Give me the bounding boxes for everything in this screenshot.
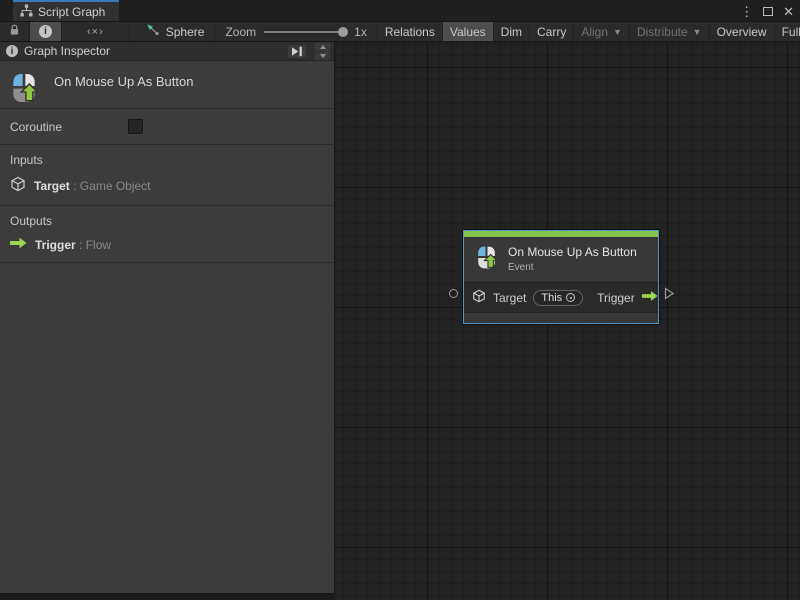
chevron-down-icon: ▼: [692, 26, 702, 37]
zoom-label: Zoom: [225, 24, 257, 39]
unit-title: On Mouse Up As Button: [54, 74, 194, 89]
toolbar-buttons: Relations Values Dim Carry Align ▼ Distri…: [376, 22, 800, 41]
graph-inspector-panel: i Graph Inspector On Mouse Up As Button …: [0, 42, 335, 600]
coroutine-row: Coroutine: [0, 109, 334, 145]
dim-button[interactable]: Dim: [494, 22, 530, 41]
flow-arrow-icon: [641, 290, 658, 305]
code-icon: ‹×›: [87, 25, 104, 38]
lock-icon: [9, 24, 20, 39]
maximize-icon[interactable]: [763, 6, 774, 16]
graph-toolbar: i ‹×› Sphere Zoom 1x Relations Values Di…: [0, 22, 800, 42]
inspector-toggle-button[interactable]: i: [30, 22, 62, 41]
script-graph-window: Script Graph ⋮ ✕ i ‹×› Sphere Zoom 1x Re…: [0, 0, 800, 600]
target-input-port[interactable]: [449, 289, 458, 298]
panel-title: Graph Inspector: [24, 44, 111, 58]
coroutine-checkbox[interactable]: [128, 119, 143, 134]
window-controls: ⋮ ✕: [740, 0, 794, 22]
target-object-field[interactable]: This: [533, 289, 584, 306]
triangle-down-icon: [319, 53, 326, 58]
distribute-dropdown[interactable]: Distribute ▼: [630, 22, 710, 41]
overview-button[interactable]: Overview: [710, 22, 775, 41]
input-name: Target: [34, 178, 70, 193]
zoom-slider-thumb[interactable]: [338, 26, 349, 37]
input-row-target: Target : Game Object: [10, 176, 324, 195]
triangle-up-icon: [319, 44, 326, 49]
breadcrumb-sphere[interactable]: Sphere: [130, 22, 216, 41]
tab-label: Script Graph: [38, 4, 106, 19]
input-type: : Game Object: [73, 178, 151, 193]
output-type: : Flow: [79, 237, 112, 252]
tab-script-graph[interactable]: Script Graph: [13, 0, 120, 21]
trigger-output-port[interactable]: [664, 287, 675, 303]
graph-canvas[interactable]: On Mouse Up As Button Event Target This …: [335, 42, 800, 600]
node-header[interactable]: On Mouse Up As Button Event: [464, 237, 658, 282]
outputs-section: Outputs Trigger : Flow: [0, 206, 334, 263]
output-row-trigger: Trigger : Flow: [10, 237, 324, 252]
on-mouse-up-as-button-icon: [474, 244, 499, 274]
breadcrumb-label: Sphere: [165, 24, 205, 39]
chevron-down-icon: ▼: [613, 26, 622, 37]
tab-bar: Script Graph ⋮ ✕: [0, 0, 800, 22]
game-object-cube-icon: [472, 289, 486, 306]
node-subtitle: Event: [508, 262, 534, 273]
dock-sidebar-button[interactable]: [288, 44, 306, 58]
info-icon: i: [39, 25, 52, 38]
inputs-section: Inputs Target : Game Object: [0, 145, 334, 206]
full-screen-button[interactable]: Full Screen: [775, 22, 800, 41]
graph-inspector-header: i Graph Inspector: [0, 42, 334, 61]
script-graph-asset-icon: [146, 23, 160, 40]
object-picker-icon[interactable]: [566, 293, 576, 302]
target-port-label: Target: [493, 290, 527, 305]
outputs-header: Outputs: [10, 214, 53, 228]
target-value: This: [541, 291, 563, 304]
graph-hierarchy-icon: [20, 3, 33, 20]
node-footer: [464, 312, 658, 323]
node-ports-row: Target This Trigger: [464, 282, 658, 312]
window-menu-icon[interactable]: ⋮: [740, 5, 753, 18]
close-icon[interactable]: ✕: [783, 5, 794, 18]
inputs-header: Inputs: [10, 153, 43, 167]
zoom-value: 1x: [354, 24, 367, 39]
on-mouse-up-as-button-icon: [8, 71, 40, 108]
edit-source-button[interactable]: ‹×›: [62, 22, 130, 41]
game-object-cube-icon: [10, 176, 26, 195]
coroutine-label: Coroutine: [10, 119, 63, 134]
trigger-port-label: Trigger: [597, 290, 635, 305]
carry-button[interactable]: Carry: [530, 22, 575, 41]
info-icon: i: [6, 45, 18, 57]
scroll-down-button[interactable]: [315, 51, 330, 60]
header-spinner: [315, 42, 330, 60]
node-on-mouse-up-as-button[interactable]: On Mouse Up As Button Event Target This …: [449, 230, 675, 324]
unit-header: On Mouse Up As Button: [0, 61, 334, 109]
relations-button[interactable]: Relations: [378, 22, 443, 41]
inspector-empty-area: [0, 263, 334, 593]
zoom-slider[interactable]: [264, 26, 349, 37]
output-name: Trigger: [35, 237, 76, 252]
align-dropdown[interactable]: Align ▼: [574, 22, 630, 41]
zoom-control: Zoom 1x: [215, 22, 376, 41]
flow-arrow-icon: [10, 237, 27, 252]
window-bottom-edge: [0, 593, 334, 600]
values-button[interactable]: Values: [442, 22, 494, 41]
node-title: On Mouse Up As Button: [508, 245, 637, 259]
scroll-up-button[interactable]: [315, 42, 330, 51]
lock-button[interactable]: [0, 22, 30, 41]
